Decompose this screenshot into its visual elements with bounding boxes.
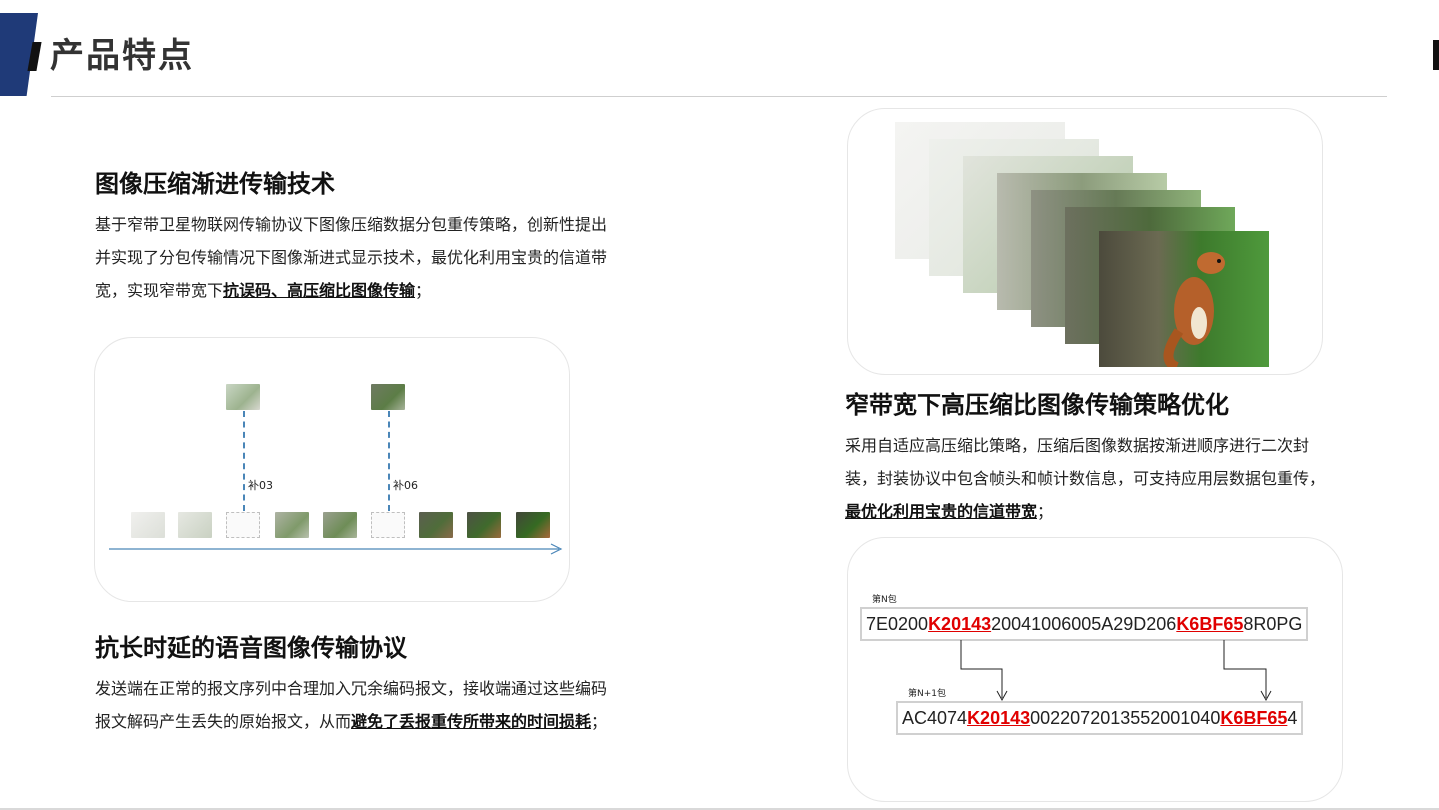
packet-n1-part-mid: 0 xyxy=(1210,708,1221,728)
section2-highlight: 避免了丢报重传所带来的时间损耗 xyxy=(351,712,592,731)
section1-highlight: 抗误码、高压缩比图像传输 xyxy=(223,281,416,300)
retransmit-line-03 xyxy=(243,411,245,511)
timeline-arrow xyxy=(109,543,563,555)
packet-n1-highlight-2: K6BF65 xyxy=(1220,708,1288,728)
section1-line3: 宽，实现窄带宽下抗误码、高压缩比图像传输； xyxy=(95,274,695,307)
squirrel-icon xyxy=(1163,252,1225,367)
section1-title: 图像压缩渐进传输技术 xyxy=(95,170,335,198)
frame-thumb-05 xyxy=(323,512,357,538)
retransmit-diagram-card: 补03 补06 xyxy=(94,337,570,602)
retransmit-line-06 xyxy=(388,411,390,511)
frame-missing-06 xyxy=(371,512,405,538)
retransmit-thumb-06 xyxy=(371,384,405,410)
progressive-image-card xyxy=(847,108,1323,375)
packet-card: 第N包 7E0200K2014320041006005A29D206K6BF65… xyxy=(847,537,1343,802)
frame-thumb-07 xyxy=(419,512,453,538)
section2-line1: 发送端在正常的报文序列中合理加入冗余编码报文，接收端通过这些编码 xyxy=(95,679,608,698)
section2-body: 发送端在正常的报文序列中合理加入冗余编码报文，接收端通过这些编码 报文解码产生丢… xyxy=(95,672,695,738)
packet-n1-label: 第N+1包 xyxy=(908,689,946,699)
section2-title: 抗长时延的语音图像传输协议 xyxy=(95,634,407,662)
frame-thumb-08 xyxy=(467,512,501,538)
section3-line1: 采用自适应高压缩比策略，压缩后图像数据按渐进顺序进行二次封 xyxy=(845,436,1310,455)
section3-line2: 装，封装协议中包含帧头和帧计数信息，可支持应用层数据包重传， xyxy=(845,469,1326,488)
retransmit-thumb-03 xyxy=(226,384,260,410)
section1-line3-pre: 宽，实现窄带宽下 xyxy=(95,281,224,300)
section1-line2: 并实现了分包传输情况下图像渐进式显示技术，最优化利用宝贵的信道带 xyxy=(95,248,608,267)
frame-missing-03 xyxy=(226,512,260,538)
section3-line3: 最优化利用宝贵的信道带宽； xyxy=(845,495,1405,528)
retransmit-label-03: 补03 xyxy=(248,479,273,492)
packet-n1-part-b: 002207201355200104 xyxy=(1030,708,1211,728)
section2-line2: 报文解码产生丢失的原始报文，从而避免了丢报重传所带来的时间损耗； xyxy=(95,705,695,738)
retransmit-label-06: 补06 xyxy=(393,479,418,492)
section2-line2-pre: 报文解码产生丢失的原始报文，从而 xyxy=(95,712,352,731)
section3-title: 窄带宽下高压缩比图像传输策略优化 xyxy=(845,391,1229,419)
section3-highlight: 最优化利用宝贵的信道带宽 xyxy=(845,502,1038,521)
section3-line3-post: ； xyxy=(1037,502,1054,521)
packet-n1-highlight-1: K20143 xyxy=(967,708,1031,728)
packet-arrows xyxy=(960,640,1272,702)
packet-n1-part-a: AC4074 xyxy=(902,708,968,728)
frame-thumb-04 xyxy=(275,512,309,538)
section1-line1: 基于窄带卫星物联网传输协议下图像压缩数据分包重传策略，创新性提出 xyxy=(95,215,608,234)
squirrel-photo xyxy=(1099,231,1269,367)
frame-thumb-02 xyxy=(178,512,212,538)
frame-thumb-01 xyxy=(131,512,165,538)
packet-n1-code: AC4074K201430022072013552001040K6BF654 xyxy=(896,701,1304,735)
section3-body: 采用自适应高压缩比策略，压缩后图像数据按渐进顺序进行二次封 装，封装协议中包含帧… xyxy=(845,429,1405,528)
section1-body: 基于窄带卫星物联网传输协议下图像压缩数据分包重传策略，创新性提出 并实现了分包传… xyxy=(95,208,695,307)
corner-mark xyxy=(1433,40,1439,70)
header-divider xyxy=(51,96,1387,97)
page-title: 产品特点 xyxy=(50,36,194,76)
frame-thumb-09 xyxy=(516,512,550,538)
section1-line3-post: ； xyxy=(415,281,432,300)
packet-n1-part-c: 4 xyxy=(1287,708,1298,728)
section2-line2-post: ； xyxy=(591,712,608,731)
